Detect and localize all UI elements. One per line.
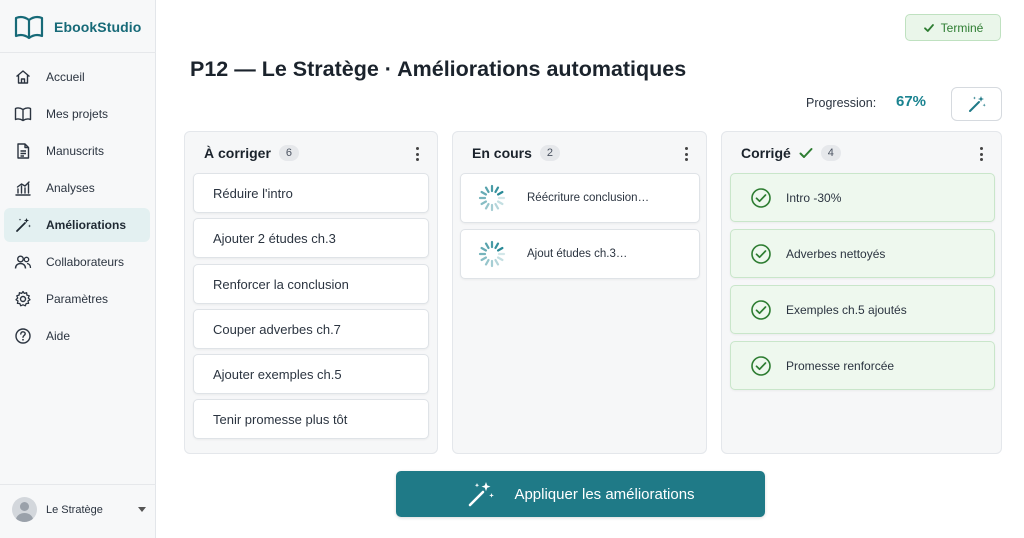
check-circle-icon [751, 355, 771, 376]
magic-wand-icon [469, 482, 495, 507]
column-count: 2 [539, 145, 561, 161]
task-card[interactable]: Exemples ch.5 ajoutés [730, 285, 995, 334]
sidebar-item-label: Aide [46, 329, 71, 343]
sidebar-item-label: Améliorations [46, 218, 127, 232]
chart-icon [15, 181, 31, 196]
column-count: 6 [278, 145, 300, 161]
apply-improvements-button[interactable]: Appliquer les améliorations [396, 471, 765, 517]
spinner-icon [478, 240, 506, 268]
column-en-cours: En cours 2 Réécriture conclusion… Ajout … [452, 131, 707, 454]
task-card[interactable]: Réécriture conclusion… [460, 173, 700, 223]
sidebar-item-aide[interactable]: Aide [4, 319, 150, 353]
sidebar-item-label: Collaborateurs [46, 255, 125, 269]
spinner-icon [478, 184, 506, 212]
avatar [12, 497, 37, 522]
task-card[interactable]: Renforcer la conclusion [193, 264, 429, 304]
task-label: Renforcer la conclusion [213, 276, 349, 292]
sidebar-item-collaborateurs[interactable]: Collaborateurs [4, 245, 150, 279]
sidebar-item-mes-projets[interactable]: Mes projets [4, 97, 150, 131]
more-vertical-icon[interactable] [411, 146, 423, 162]
task-label: Adverbes nettoyés [786, 246, 886, 261]
sidebar-nav: Accueil Mes projets Manuscrits Analyses … [4, 60, 150, 356]
sidebar-item-label: Paramètres [46, 292, 109, 306]
sidebar-item-ameliorations[interactable]: Améliorations [4, 208, 150, 242]
check-circle-icon [751, 299, 771, 320]
task-label: Tenir promesse plus tôt [213, 411, 348, 427]
user-name: Le Stratège [46, 503, 103, 516]
sidebar-item-label: Accueil [46, 70, 85, 84]
check-circle-icon [751, 243, 771, 264]
sidebar-item-accueil[interactable]: Accueil [4, 60, 150, 94]
app-name: EbookStudio [54, 19, 142, 35]
help-icon [15, 328, 31, 344]
status-badge: Terminé [905, 14, 1001, 41]
sidebar-item-label: Analyses [46, 181, 95, 195]
column-header: À corriger 6 [185, 132, 437, 174]
auto-improve-button[interactable] [951, 87, 1002, 121]
sidebar-item-manuscrits[interactable]: Manuscrits [4, 134, 150, 168]
gear-icon [15, 290, 31, 307]
column-header: En cours 2 [453, 132, 706, 174]
task-label: Ajouter 2 études ch.3 [213, 230, 336, 246]
sidebar-item-label: Mes projets [46, 107, 109, 121]
users-icon [14, 255, 32, 269]
task-label: Réduire l'intro [213, 185, 293, 201]
magic-wand-icon [968, 96, 986, 112]
sidebar: EbookStudio Accueil Mes projets Manuscri… [0, 0, 156, 538]
task-card[interactable]: Adverbes nettoyés [730, 229, 995, 278]
more-vertical-icon[interactable] [975, 146, 987, 162]
sidebar-item-label: Manuscrits [46, 144, 105, 158]
task-card[interactable]: Tenir promesse plus tôt [193, 399, 429, 439]
apply-label: Appliquer les améliorations [514, 485, 695, 503]
page-title: P12 — Le Stratège · Améliorations automa… [190, 57, 687, 81]
task-card[interactable]: Couper adverbes ch.7 [193, 309, 429, 349]
brand[interactable]: EbookStudio [14, 14, 141, 40]
column-title: En cours [472, 145, 532, 161]
task-label: Ajout études ch.3… [527, 248, 628, 260]
task-label: Ajouter exemples ch.5 [213, 366, 342, 382]
task-label: Promesse renforcée [786, 358, 895, 373]
column-a-corriger: À corriger 6 Réduire l'intro Ajouter 2 é… [184, 131, 438, 454]
divider [0, 52, 156, 53]
document-icon [17, 143, 30, 159]
home-icon [16, 70, 30, 84]
task-card[interactable]: Ajouter 2 études ch.3 [193, 218, 429, 258]
check-circle-icon [751, 187, 771, 208]
more-vertical-icon[interactable] [680, 146, 692, 162]
book-logo-icon [14, 15, 44, 40]
task-label: Intro -30% [786, 190, 842, 205]
status-label: Terminé [940, 20, 984, 35]
divider [0, 484, 156, 485]
task-label: Couper adverbes ch.7 [213, 321, 341, 337]
magic-wand-icon [16, 218, 31, 232]
task-card[interactable]: Intro -30% [730, 173, 995, 222]
user-menu[interactable]: Le Stratège [12, 497, 146, 522]
sidebar-item-analyses[interactable]: Analyses [4, 171, 150, 205]
column-header: Corrigé 4 [722, 132, 1001, 174]
check-icon [923, 23, 934, 32]
task-card[interactable]: Ajouter exemples ch.5 [193, 354, 429, 394]
check-icon [799, 147, 813, 159]
chevron-down-icon [138, 507, 146, 512]
task-card[interactable]: Ajout études ch.3… [460, 229, 700, 279]
column-title: Corrigé [741, 145, 791, 161]
column-title: À corriger [204, 145, 271, 161]
progress-label: Progression: [806, 96, 877, 110]
column-corrige: Corrigé 4 Intro -30% Adverbes nettoyés E… [721, 131, 1002, 454]
sidebar-item-parametres[interactable]: Paramètres [4, 282, 150, 316]
progress-value: 67% [896, 93, 927, 110]
task-label: Exemples ch.5 ajoutés [786, 302, 907, 317]
task-card[interactable]: Promesse renforcée [730, 341, 995, 390]
task-card[interactable]: Réduire l'intro [193, 173, 429, 213]
column-count: 4 [820, 145, 841, 161]
task-label: Réécriture conclusion… [527, 192, 650, 204]
book-icon [14, 107, 32, 122]
